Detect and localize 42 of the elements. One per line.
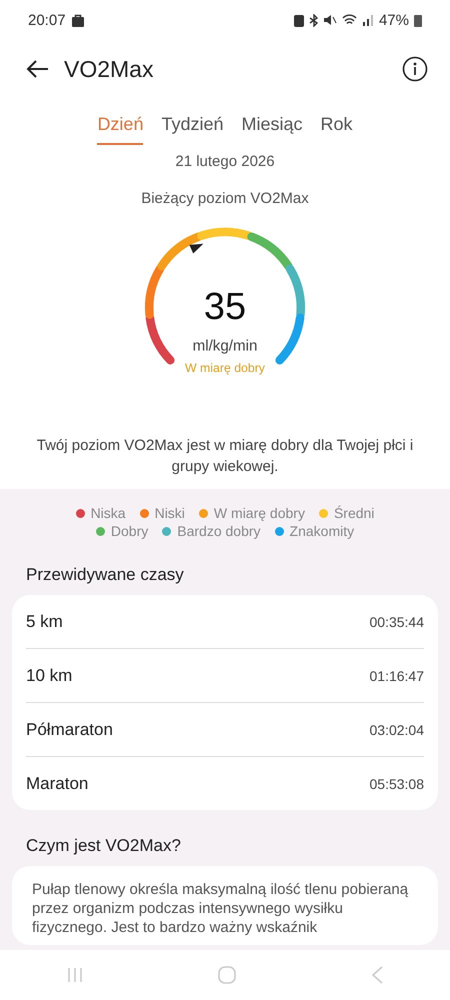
legend-label: W miarę dobry bbox=[214, 505, 305, 521]
legend-label: Niska bbox=[90, 505, 126, 521]
info-icon[interactable] bbox=[402, 56, 428, 82]
date-label: 21 lutego 2026 bbox=[174, 153, 276, 170]
back-nav-icon[interactable] bbox=[370, 965, 384, 985]
distance-label: 10 km bbox=[26, 666, 72, 686]
unit-label: ml/kg/min bbox=[192, 337, 258, 354]
distance-label: 5 km bbox=[26, 612, 63, 632]
description-text: Twój poziom VO2Max jest w miarę dobry dla Twojej płci i grupy wiekowej. bbox=[36, 436, 414, 477]
bluetooth-icon bbox=[308, 14, 319, 26]
period-tab[interactable]: Tydzień bbox=[161, 110, 224, 145]
predicted-time: 00:35:44 bbox=[370, 614, 424, 630]
shopping-bag-icon bbox=[72, 14, 84, 26]
gauge-marker bbox=[189, 244, 204, 254]
back-icon[interactable] bbox=[26, 59, 50, 79]
mute-icon bbox=[324, 14, 337, 26]
about-text: Pułap tlenowy określa maksymalną ilość tlenu pobieraną przez organizm podczas intensywnego wysiłku fizycznego. Jest to bardzo ważny wskaźnik bbox=[31, 880, 410, 938]
legend-label: Znakomity bbox=[290, 523, 354, 539]
period-tab[interactable]: Rok bbox=[320, 110, 353, 145]
period-tab[interactable]: Miesiąc bbox=[242, 110, 303, 145]
battery-percent: 47% bbox=[378, 12, 409, 28]
section-title: Przewidywane czasy bbox=[26, 565, 185, 585]
gauge-title: Bieżący poziom VO2Max bbox=[140, 190, 310, 207]
status-time: 20:07 bbox=[28, 12, 66, 28]
wifi-icon bbox=[342, 14, 357, 26]
home-icon[interactable] bbox=[216, 965, 237, 985]
legend-label: Średni bbox=[334, 505, 374, 521]
distance-label: Półmaraton bbox=[26, 720, 113, 740]
battery-icon bbox=[414, 14, 422, 26]
vo2max-value: 35 bbox=[204, 286, 246, 328]
signal-icon bbox=[362, 14, 374, 26]
legend-label: Bardzo dobry bbox=[177, 523, 261, 539]
section-title: Czym jest VO2Max? bbox=[26, 836, 182, 856]
legend-label: Niski bbox=[154, 505, 185, 521]
legend-label: Dobry bbox=[110, 523, 148, 539]
page-title: VO2Max bbox=[64, 56, 154, 82]
predicted-time: 01:16:47 bbox=[370, 668, 424, 684]
distance-label: Maraton bbox=[26, 774, 88, 794]
predicted-time: 05:53:08 bbox=[370, 776, 424, 792]
rating-label: W miarę dobry bbox=[185, 361, 265, 376]
recent-apps-icon[interactable] bbox=[66, 966, 84, 984]
predicted-time: 03:02:04 bbox=[370, 722, 424, 738]
